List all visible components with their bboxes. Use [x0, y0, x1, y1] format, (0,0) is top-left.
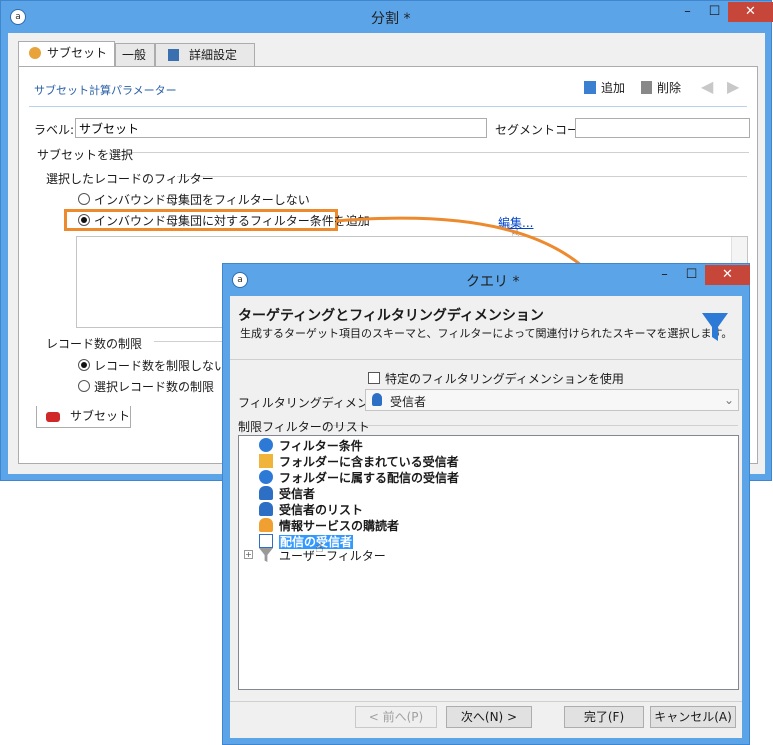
list-item-label: 受信者 [279, 487, 316, 501]
finish-button[interactable]: 完了(F) [564, 706, 644, 728]
list-item-label: フォルダーに属する配信の受信者 [279, 471, 460, 485]
query-description: 生成するターゲット項目のスキーマと、フィルターによって関連付けられたスキーマを選… [240, 327, 733, 340]
list-item[interactable]: 受信者のリスト [259, 502, 363, 518]
user-filter-icon [259, 548, 273, 562]
query-client: ターゲティングとフィルタリングディメンション 生成するターゲット項目のスキーマと… [230, 296, 742, 738]
dimension-checkbox-label: 特定のフィルタリングディメンションを使用 [385, 372, 624, 386]
list-item-label: フィルター条件 [279, 439, 363, 453]
funnel-icon [702, 313, 728, 341]
recipient-list-icon [259, 502, 273, 516]
cancel-button[interactable]: キャンセル(A) [650, 706, 736, 728]
query-title: クエリ * [466, 274, 520, 290]
list-item[interactable]: 受信者 [259, 486, 315, 502]
list-item-label: 受信者のリスト [279, 503, 364, 517]
list-item-label: 情報サービスの購読者 [279, 519, 400, 533]
recipient-icon [372, 393, 382, 406]
prev-button[interactable]: < 前へ(P) [355, 706, 437, 728]
dimension-checkbox[interactable] [368, 372, 380, 384]
query-app-icon: a [232, 272, 248, 288]
list-item[interactable]: 情報サービスの購読者 [259, 518, 399, 534]
dimension-value: 受信者 [390, 395, 427, 409]
group-line [328, 425, 738, 426]
list-item[interactable]: フォルダーに含まれている受信者 [259, 454, 459, 470]
query-heading: ターゲティングとフィルタリングディメンション [238, 308, 544, 324]
folder-recipient-icon [259, 454, 273, 468]
chevron-down-icon: ⌄ [723, 393, 734, 407]
filter-conditions-icon [259, 438, 273, 452]
query-title-bar[interactable]: a クエリ * – ☐ ✕ [223, 264, 750, 296]
dimension-select[interactable]: 受信者 ⌄ [365, 389, 739, 411]
list-title: 制限フィルターのリスト [238, 420, 370, 434]
query-close-icon[interactable]: ✕ [705, 265, 750, 285]
divider [230, 359, 742, 360]
list-item[interactable]: フォルダーに属する配信の受信者 [259, 470, 459, 486]
filter-list[interactable]: フィルター条件 フォルダーに含まれている受信者 フォルダーに属する配信の受信者 … [238, 435, 739, 690]
recipient-icon [259, 486, 273, 500]
expand-icon[interactable]: + [244, 550, 253, 559]
delivery-folder-icon [259, 470, 273, 484]
list-item-label: ユーザーフィルター [279, 549, 386, 563]
query-maximize-icon[interactable]: ☐ [678, 265, 705, 285]
query-window: a クエリ * – ☐ ✕ ターゲティングとフィルタリングディメンション 生成す… [222, 263, 750, 745]
next-button[interactable]: 次へ(N) > [446, 706, 532, 728]
list-item-label: フォルダーに含まれている受信者 [279, 455, 459, 469]
divider [230, 701, 742, 702]
query-minimize-icon[interactable]: – [651, 265, 678, 285]
list-item[interactable]: フィルター条件 [259, 438, 363, 454]
subscriber-icon [259, 518, 273, 532]
envelope-icon [259, 534, 273, 548]
cursor-icon: ☝ [315, 540, 324, 556]
